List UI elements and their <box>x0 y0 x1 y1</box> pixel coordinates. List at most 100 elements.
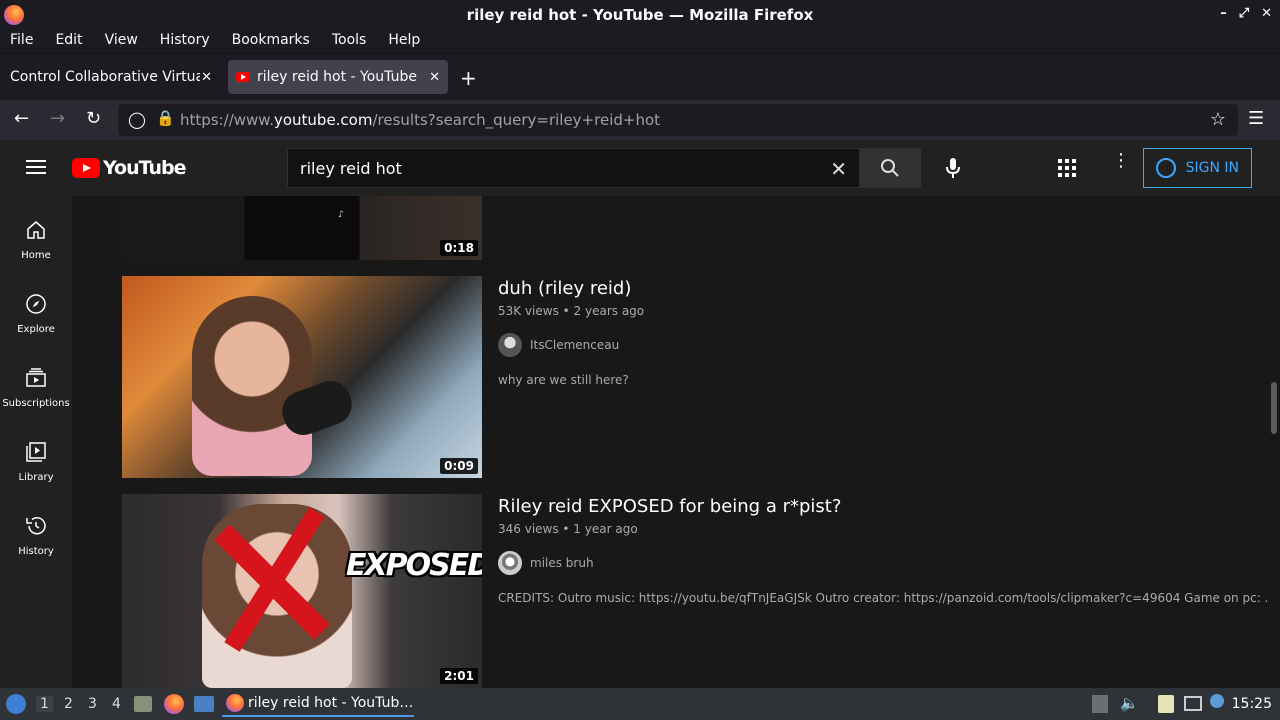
start-menu-icon[interactable] <box>6 694 26 714</box>
youtube-sidebar: Home Explore Subscriptions Library Histo… <box>0 196 72 688</box>
search-results: ♪ 0:18 0:09 duh (riley reid) 53K views •… <box>72 196 1268 688</box>
shield-icon[interactable]: ◯ <box>128 110 146 129</box>
network-icon[interactable] <box>1184 696 1202 711</box>
sidebar-item-explore[interactable]: Explore <box>0 292 72 335</box>
subscriptions-icon <box>26 368 46 387</box>
menu-bar: File Edit View History Bookmarks Tools H… <box>0 30 1280 52</box>
search-input[interactable]: riley reid hot ✕ <box>287 148 860 188</box>
channel-link[interactable]: ItsClemenceau <box>498 333 619 357</box>
menu-view[interactable]: View <box>94 30 149 52</box>
sidebar-item-label: History <box>18 546 54 557</box>
guide-menu-icon[interactable] <box>26 160 46 174</box>
tab-strip: Control Collaborative Virtual ✕ riley re… <box>0 54 1280 100</box>
youtube-header: YouTube riley reid hot ✕ ⋮ SIGN IN <box>0 140 1280 196</box>
forward-icon[interactable]: → <box>50 108 65 129</box>
account-icon <box>1156 158 1176 178</box>
tab-close-icon[interactable]: ✕ <box>201 70 212 85</box>
desktop-icon[interactable] <box>194 696 214 712</box>
sidebar-item-subscriptions[interactable]: Subscriptions <box>0 366 72 409</box>
video-meta: 53K views • 2 years ago <box>498 304 645 318</box>
close-icon[interactable]: ✕ <box>1261 6 1272 21</box>
voice-search-button[interactable] <box>937 152 969 184</box>
apps-grid-icon[interactable] <box>1058 159 1076 177</box>
menu-history[interactable]: History <box>149 30 221 52</box>
volume-icon[interactable]: 🔈 <box>1120 694 1139 712</box>
thumbnail-overlay-text: EXPOSED? <box>346 548 482 583</box>
firefox-icon <box>226 694 244 712</box>
clock: 15:25 <box>1231 696 1272 712</box>
menu-file[interactable]: File <box>0 30 44 52</box>
notification-icon[interactable] <box>1210 694 1224 708</box>
tab-youtube[interactable]: riley reid hot - YouTube ✕ <box>228 60 448 94</box>
video-thumbnail[interactable]: ♪ 0:18 <box>122 196 482 260</box>
sidebar-item-home[interactable]: Home <box>0 218 72 261</box>
workspace-3[interactable]: 3 <box>88 696 97 712</box>
taskbar-task-firefox[interactable]: riley reid hot - YouTub… <box>222 691 414 717</box>
tab-control-collaborative[interactable]: Control Collaborative Virtual ✕ <box>0 60 220 94</box>
scrollbar-thumb[interactable] <box>1271 382 1277 434</box>
lock-icon[interactable]: 🔒 <box>156 109 175 127</box>
more-options-icon[interactable]: ⋮ <box>1112 152 1130 170</box>
page-scrollbar[interactable] <box>1268 196 1280 688</box>
minimize-icon[interactable]: – <box>1220 6 1227 21</box>
menu-bookmarks[interactable]: Bookmarks <box>221 30 321 52</box>
sidebar-item-label: Library <box>18 472 54 483</box>
firefox-launcher-icon[interactable] <box>164 694 184 714</box>
menu-tools[interactable]: Tools <box>321 30 378 52</box>
clipboard-icon[interactable] <box>1158 695 1174 713</box>
sidebar-item-history[interactable]: History <box>0 514 72 557</box>
video-thumbnail[interactable]: 0:09 <box>122 276 482 478</box>
home-icon <box>27 221 45 239</box>
window-controls: – ⤢ ✕ <box>1220 6 1272 21</box>
taskbar-task-label: riley reid hot - YouTub… <box>248 695 414 711</box>
tab-close-icon[interactable]: ✕ <box>429 70 440 85</box>
video-title[interactable]: Riley reid EXPOSED for being a r*pist? <box>498 496 841 517</box>
tab-label: Control Collaborative Virtual <box>10 69 200 85</box>
clear-search-icon[interactable]: ✕ <box>830 157 847 181</box>
video-meta: 346 views • 1 year ago <box>498 522 638 536</box>
taskbar: 1 2 3 4 riley reid hot - YouTub… 🔈 15:25 <box>0 688 1280 720</box>
video-duration: 0:18 <box>440 240 478 256</box>
microphone-icon <box>946 158 960 178</box>
search-button[interactable] <box>859 148 921 188</box>
channel-avatar[interactable] <box>498 551 522 575</box>
workspace-4[interactable]: 4 <box>112 696 121 712</box>
sidebar-item-library[interactable]: Library <box>0 440 72 483</box>
menu-edit[interactable]: Edit <box>44 30 93 52</box>
new-tab-icon[interactable]: + <box>460 66 477 90</box>
compass-icon <box>26 294 46 314</box>
maximize-icon[interactable]: ⤢ <box>1239 6 1249 21</box>
back-icon[interactable]: ← <box>14 108 29 129</box>
workspace-2[interactable]: 2 <box>64 696 73 712</box>
sign-in-label: SIGN IN <box>1185 160 1239 176</box>
channel-avatar[interactable] <box>498 333 522 357</box>
video-thumbnail[interactable]: EXPOSED? 2:01 <box>122 494 482 688</box>
tiktok-icon: ♪ <box>338 210 344 220</box>
url-bar[interactable]: ◯ 🔒 https://www. youtube.com/results?sear… <box>118 104 1238 136</box>
window-title: riley reid hot - YouTube — Mozilla Firef… <box>466 6 814 24</box>
video-description: CREDITS: Outro music: https://youtu.be/q… <box>498 591 1268 605</box>
firefox-icon <box>4 5 24 25</box>
bookmark-star-icon[interactable]: ☆ <box>1210 109 1226 130</box>
sidebar-item-label: Subscriptions <box>2 398 70 409</box>
window-titlebar: riley reid hot - YouTube — Mozilla Firef… <box>0 0 1280 30</box>
file-manager-icon[interactable] <box>134 696 152 712</box>
channel-link[interactable]: miles bruh <box>498 551 594 575</box>
youtube-favicon-icon <box>236 72 250 82</box>
sign-in-button[interactable]: SIGN IN <box>1143 148 1252 188</box>
sidebar-item-label: Explore <box>17 324 55 335</box>
youtube-logo[interactable]: YouTube <box>72 157 186 179</box>
workspace-1[interactable]: 1 <box>36 696 53 712</box>
menu-help[interactable]: Help <box>377 30 431 52</box>
reload-icon[interactable]: ↻ <box>86 108 101 129</box>
video-duration: 0:09 <box>440 458 478 474</box>
channel-name[interactable]: ItsClemenceau <box>530 338 619 352</box>
library-icon <box>26 442 46 462</box>
video-title[interactable]: duh (riley reid) <box>498 278 631 299</box>
sidebar-item-label: Home <box>21 250 51 261</box>
video-description: why are we still here? <box>498 373 629 387</box>
app-menu-icon[interactable]: ☰ <box>1248 108 1264 129</box>
red-x-mark-icon <box>214 507 330 652</box>
tray-up-icon[interactable] <box>1092 695 1108 713</box>
channel-name[interactable]: miles bruh <box>530 556 594 570</box>
